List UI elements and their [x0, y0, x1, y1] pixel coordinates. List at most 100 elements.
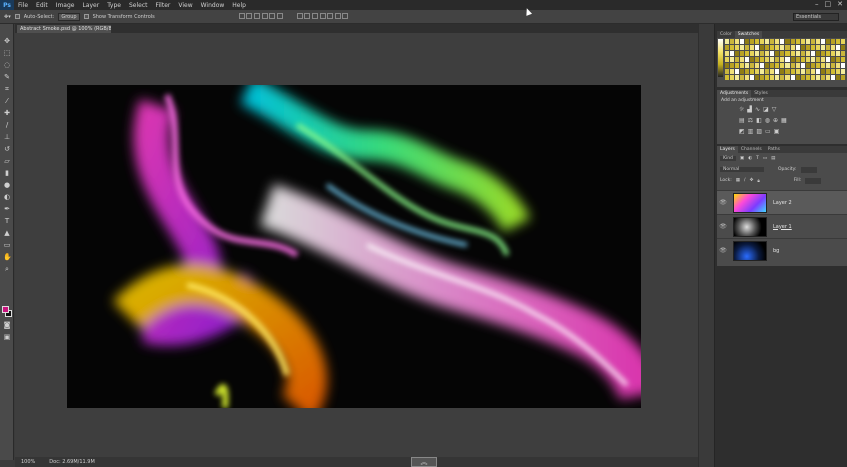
swatch-cell[interactable] — [775, 69, 780, 74]
swatch-cell[interactable] — [840, 39, 845, 44]
workspace-dropdown[interactable]: Essentials — [793, 13, 839, 21]
filter-adjustment-icon[interactable]: ◐ — [748, 156, 752, 161]
show-transform-checkbox[interactable] — [83, 14, 89, 19]
swatch-cell[interactable] — [785, 69, 790, 74]
menu-select[interactable]: Select — [125, 2, 152, 9]
swatch-cell[interactable] — [800, 75, 805, 80]
swatch-cell[interactable] — [760, 69, 765, 74]
eye-icon[interactable]: 👁︎ — [717, 247, 729, 254]
swatch-cell[interactable] — [785, 63, 790, 68]
swatch-cell[interactable] — [815, 39, 820, 44]
threshold-icon[interactable]: ▨ — [756, 128, 762, 135]
move-tool-icon[interactable]: ✥ — [3, 38, 11, 45]
swatch-cell[interactable] — [805, 69, 810, 74]
swatch-cell[interactable] — [785, 57, 790, 62]
swatch-cell[interactable] — [765, 75, 770, 80]
dodge-tool-icon[interactable]: ◐ — [3, 194, 11, 201]
gradient-tool-icon[interactable]: ▮ — [3, 170, 11, 177]
swatch-cell[interactable] — [795, 45, 800, 50]
swatch-cell[interactable] — [780, 39, 785, 44]
swatch-cell[interactable] — [775, 45, 780, 50]
swatch-cell[interactable] — [835, 75, 840, 80]
lasso-tool-icon[interactable]: ◌ — [3, 62, 11, 69]
tab-paths[interactable]: Paths — [765, 146, 783, 153]
layer-name[interactable]: bg — [773, 248, 779, 254]
menu-edit[interactable]: Edit — [32, 2, 52, 9]
menu-filter[interactable]: Filter — [152, 2, 175, 9]
swatch-cell[interactable] — [835, 45, 840, 50]
tab-swatches[interactable]: Swatches — [734, 31, 763, 38]
swatch-cell[interactable] — [740, 75, 745, 80]
swatch-cell[interactable] — [745, 39, 750, 44]
tab-adjustments[interactable]: Adjustments — [717, 90, 752, 97]
swatch-cell[interactable] — [725, 69, 730, 74]
swatch-cell[interactable] — [745, 75, 750, 80]
minimize-icon[interactable]: – — [815, 0, 819, 8]
swatch-cell[interactable] — [825, 63, 830, 68]
swatch-cell[interactable] — [760, 75, 765, 80]
foreground-color-swatch[interactable] — [2, 306, 9, 313]
swatch-cell[interactable] — [760, 57, 765, 62]
swatch-cell[interactable] — [795, 57, 800, 62]
lock-all-icon[interactable]: 🔒︎ — [757, 178, 759, 184]
swatch-cell[interactable] — [810, 45, 815, 50]
swatch-cell[interactable] — [785, 45, 790, 50]
maximize-icon[interactable]: □ — [825, 0, 832, 8]
align-bottom-icon[interactable] — [253, 12, 260, 19]
distribute-center-icon[interactable] — [327, 12, 334, 19]
swatch-cell[interactable] — [740, 63, 745, 68]
exposure-icon[interactable]: ◪ — [763, 106, 769, 113]
swatch-cell[interactable] — [825, 51, 830, 56]
swatch-cell[interactable] — [735, 45, 740, 50]
swatch-cell[interactable] — [750, 45, 755, 50]
swatch-cell[interactable] — [820, 51, 825, 56]
swatch-cell[interactable] — [750, 39, 755, 44]
zoom-level[interactable]: 100% — [21, 459, 35, 465]
swatch-cell[interactable] — [745, 45, 750, 50]
swatch-cell[interactable] — [725, 51, 730, 56]
gradient-map-icon[interactable]: ▭ — [765, 128, 771, 135]
swatch-cell[interactable] — [805, 39, 810, 44]
swatch-cell[interactable] — [805, 63, 810, 68]
layer-row[interactable]: 👁︎ Layer 2 — [717, 190, 847, 214]
swatch-cell[interactable] — [805, 57, 810, 62]
layer-row[interactable]: 👁︎ bg — [717, 238, 847, 262]
swatch-cell[interactable] — [815, 45, 820, 50]
swatch-cell[interactable] — [745, 57, 750, 62]
swatch-cell[interactable] — [835, 51, 840, 56]
swatch-cell[interactable] — [790, 39, 795, 44]
swatch-cell[interactable] — [820, 63, 825, 68]
swatch-cell[interactable] — [825, 69, 830, 74]
invert-icon[interactable]: ◩ — [739, 128, 745, 135]
crop-tool-icon[interactable]: ⌗ — [3, 86, 11, 93]
swatch-cell[interactable] — [730, 45, 735, 50]
swatch-cell[interactable] — [760, 39, 765, 44]
swatch-cell[interactable] — [805, 75, 810, 80]
swatch-cell[interactable] — [840, 63, 845, 68]
swatch-cell[interactable] — [770, 45, 775, 50]
swatch-cell[interactable] — [775, 51, 780, 56]
swatch-cell[interactable] — [730, 69, 735, 74]
swatch-cell[interactable] — [735, 57, 740, 62]
swatch-cell[interactable] — [745, 63, 750, 68]
swatch-cell[interactable] — [755, 57, 760, 62]
color-ramp[interactable] — [718, 39, 723, 77]
align-top-icon[interactable] — [238, 12, 245, 19]
align-center-icon[interactable] — [269, 12, 276, 19]
opacity-field[interactable] — [800, 166, 817, 173]
menu-view[interactable]: View — [174, 2, 196, 9]
swatch-cell[interactable] — [770, 51, 775, 56]
filter-smart-icon[interactable]: ▤ — [771, 156, 775, 161]
swatch-cell[interactable] — [840, 51, 845, 56]
layer-name[interactable]: Layer 1 — [773, 224, 792, 230]
swatch-cell[interactable] — [725, 57, 730, 62]
swatch-cell[interactable] — [810, 75, 815, 80]
fill-field[interactable] — [805, 177, 822, 184]
swatch-cell[interactable] — [770, 39, 775, 44]
photo-filter-icon[interactable]: ◍ — [765, 117, 770, 124]
swatch-cell[interactable] — [735, 39, 740, 44]
menu-layer[interactable]: Layer — [78, 2, 103, 9]
swatch-cell[interactable] — [815, 57, 820, 62]
swatch-cell[interactable] — [830, 69, 835, 74]
swatch-cell[interactable] — [785, 39, 790, 44]
